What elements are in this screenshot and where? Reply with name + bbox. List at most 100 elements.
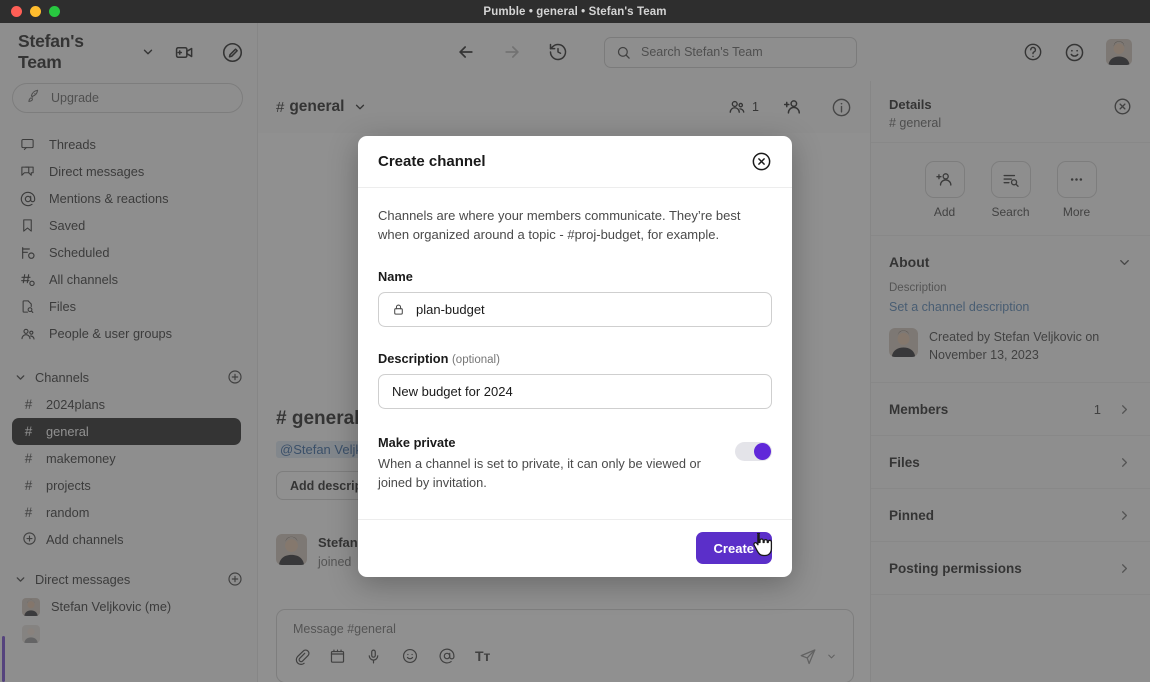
search-input[interactable]: Search Stefan's Team (604, 36, 857, 68)
workspace-header: Stefan's Team (0, 23, 257, 81)
sidebar-item-label: Threads (49, 137, 96, 152)
set-description-link[interactable]: Set a channel description (871, 294, 1150, 314)
chevron-right-icon (1117, 402, 1132, 417)
mention-icon[interactable] (438, 647, 456, 665)
sidebar-item-files[interactable]: Files (0, 293, 257, 320)
sidebar-item-people[interactable]: People & user groups (0, 320, 257, 347)
sidebar-item-saved[interactable]: Saved (0, 212, 257, 239)
status-emoji-icon[interactable] (1064, 42, 1085, 63)
giphy-icon[interactable] (329, 648, 346, 665)
message-composer[interactable]: Message #general Tᴛ (276, 609, 854, 682)
add-member-icon[interactable] (783, 97, 803, 117)
workspace-name[interactable]: Stefan's Team (18, 31, 131, 73)
channel-description-input[interactable]: New budget for 2024 (378, 373, 772, 409)
details-row-posting-permissions[interactable]: Posting permissions (871, 542, 1150, 596)
sidebar-channel-makemoney[interactable]: # makemoney (12, 445, 241, 472)
add-dm-icon[interactable] (227, 571, 243, 587)
sidebar-item-scheduled[interactable]: Scheduled (0, 239, 257, 266)
emoji-icon[interactable] (401, 647, 419, 665)
sidebar-channel-random[interactable]: # random (12, 499, 241, 526)
sidebar-item-label: All channels (49, 272, 119, 287)
create-button[interactable]: Create (695, 532, 772, 565)
history-clock-icon[interactable] (548, 42, 568, 62)
channel-label: projects (46, 478, 91, 493)
add-channel-icon[interactable] (227, 369, 243, 385)
chevron-down-icon[interactable] (1117, 255, 1132, 270)
back-icon[interactable] (456, 42, 476, 62)
sidebar-item-mentions[interactable]: Mentions & reactions (0, 185, 257, 212)
channel-label: random (46, 505, 90, 520)
search-icon (616, 45, 631, 60)
make-private-toggle[interactable] (735, 441, 772, 461)
chevron-down-icon[interactable] (353, 100, 367, 114)
sidebar-scrollbar[interactable] (2, 636, 5, 682)
composer-send-group (799, 647, 837, 665)
people-icon (19, 326, 36, 342)
sidebar-item-all-channels[interactable]: All channels (0, 266, 257, 293)
details-panel: Details # general Add Search More About … (870, 81, 1150, 682)
close-details-icon[interactable] (1113, 97, 1132, 116)
forward-icon[interactable] (502, 42, 522, 62)
members-icon (729, 100, 745, 113)
sidebar-channel-general[interactable]: # general (12, 418, 241, 445)
row-count: 1 (1093, 401, 1101, 417)
sidebar-item-label: Saved (49, 218, 86, 233)
attach-icon[interactable] (293, 648, 310, 665)
avatar (22, 597, 40, 616)
channel-info-icon[interactable] (831, 97, 852, 118)
send-options-icon[interactable] (826, 651, 837, 662)
details-action-label: Search (991, 205, 1030, 219)
message-author: Stefan (318, 535, 358, 550)
details-action-add[interactable]: Add (924, 161, 965, 219)
details-action-more[interactable]: More (1056, 161, 1097, 219)
direct-messages-icon (19, 164, 36, 179)
description-label: Description (889, 282, 947, 294)
details-row-members[interactable]: Members 1 (871, 383, 1150, 437)
details-title: Details (889, 97, 932, 112)
threads-icon (19, 137, 36, 152)
mention-chip[interactable]: @Stefan Veljk (276, 441, 366, 458)
sidebar-channel-projects[interactable]: # projects (12, 472, 241, 499)
channel-name-input[interactable]: plan-budget (378, 291, 772, 327)
send-icon[interactable] (799, 647, 817, 665)
close-modal-icon[interactable] (751, 151, 772, 172)
modal-description: Channels are where your members communic… (378, 208, 741, 242)
text-format-icon[interactable]: Tᴛ (475, 649, 490, 663)
created-by-text: Created by Stefan Veljkovic on November … (929, 330, 1100, 363)
description-optional-text: (optional) (451, 353, 500, 366)
make-private-title: Make private (378, 434, 456, 450)
row-label: Files (889, 454, 920, 470)
mentions-icon (19, 191, 36, 207)
add-channels-button[interactable]: Add channels (12, 526, 241, 553)
dm-section-header[interactable]: Direct messages (0, 565, 257, 593)
new-message-icon[interactable] (222, 42, 243, 63)
details-row-files[interactable]: Files (871, 436, 1150, 490)
sidebar-dm-stefan[interactable]: Stefan Veljkovic (me) (12, 593, 241, 620)
modal-title: Create channel (378, 153, 486, 170)
user-avatar[interactable] (1106, 39, 1132, 65)
video-call-icon[interactable] (175, 43, 194, 62)
help-icon[interactable] (1023, 42, 1043, 62)
chevron-down-icon[interactable] (141, 45, 155, 59)
avatar (889, 328, 918, 357)
details-row-pinned[interactable]: Pinned (871, 489, 1150, 543)
channels-section-header[interactable]: Channels (0, 363, 257, 391)
app-window: Pumble • general • Stefan's Team Stefan'… (0, 0, 1150, 682)
channel-description-value: New budget for 2024 (392, 383, 513, 399)
avatar (276, 534, 307, 565)
sidebar-item-direct-messages[interactable]: Direct messages (0, 158, 257, 185)
composer-toolbar: Tᴛ (277, 636, 853, 665)
member-count-button[interactable]: 1 (728, 98, 759, 116)
sidebar-channel-2024plans[interactable]: # 2024plans (12, 391, 241, 418)
details-action-search[interactable]: Search (990, 161, 1031, 219)
dm-label: Stefan Veljkovic (me) (51, 599, 172, 614)
hash-icon: # (276, 98, 285, 116)
upgrade-button[interactable]: Upgrade (12, 83, 243, 113)
microphone-icon[interactable] (365, 648, 382, 665)
toggle-knob (754, 442, 771, 460)
sidebar-item-threads[interactable]: Threads (0, 131, 257, 158)
history-nav (258, 42, 568, 62)
about-section-header[interactable]: About (871, 236, 1150, 278)
about-title: About (889, 254, 930, 270)
sidebar-dm-partial[interactable] (12, 620, 241, 647)
